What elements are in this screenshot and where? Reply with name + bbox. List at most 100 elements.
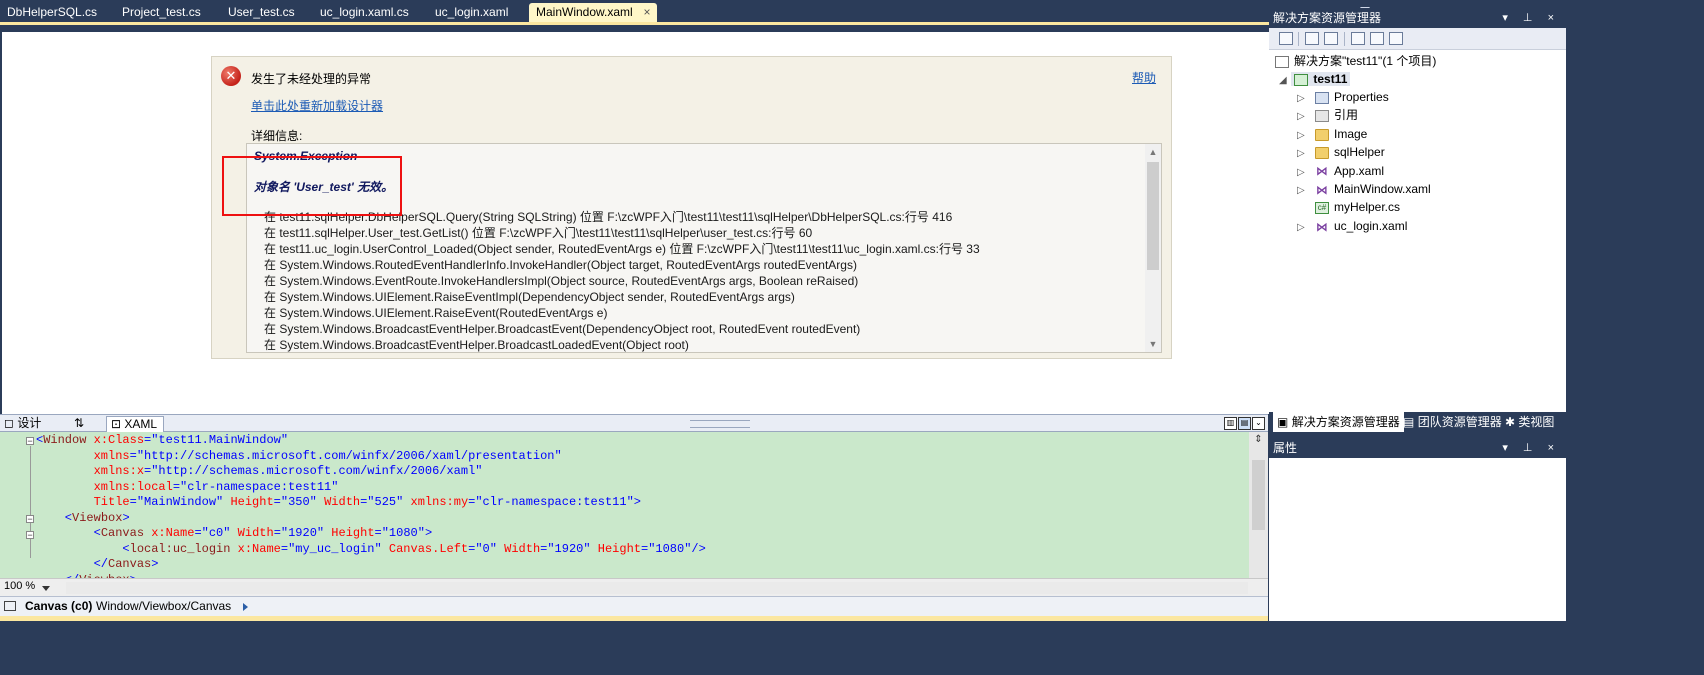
tab-user-test[interactable]: User_test.cs [221,3,302,22]
tab-label: 团队资源管理器 [1417,415,1502,429]
scroll-thumb[interactable] [1147,162,1159,270]
show-all-files-icon[interactable] [1305,32,1319,45]
scroll-up-icon[interactable]: ▲ [1148,146,1158,158]
team-explorer-icon: ▤ [1403,415,1415,429]
tab-dbhelpersql[interactable]: DbHelperSQL.cs [0,3,104,22]
solution-explorer-toolbar [1269,28,1566,50]
tree-item[interactable]: ▷ ⋈ uc_login.xaml [1297,217,1407,235]
solution-node[interactable]: 解决方案"test11"(1 个项目) [1275,52,1436,70]
tree-item-label: uc_login.xaml [1334,218,1408,233]
tree-item[interactable]: ▷ Properties [1297,88,1389,106]
zoom-dropdown-icon[interactable] [42,586,50,591]
expand-icon[interactable]: ▷ [1297,127,1306,145]
pane-buttons[interactable]: ▾ ⊥ × [1502,8,1560,28]
code-token: xmlns:x [36,464,145,478]
horizontal-scrollbar[interactable] [66,582,1248,594]
pane-buttons[interactable]: ▾ ⊥ × [1502,438,1560,458]
code-token: ="1920" [540,541,591,556]
expand-icon[interactable]: ▷ [1297,90,1306,108]
solution-label: 解决方案"test11"(1 个项目) [1294,54,1437,68]
code-line: <Canvas x:Name="c0" Width="1920" Height=… [36,526,706,542]
xaml-editor[interactable]: − − − <Window x:Class="test11.MainWindow… [0,432,1268,602]
tree-item[interactable]: ▷ 引用 [1297,106,1358,124]
code-token: < [36,526,101,540]
tab-class-view[interactable]: ✱ 类视图 [1505,412,1554,432]
code-token: > [151,557,159,571]
expand-icon[interactable]: ▷ [1297,219,1306,237]
code-token: Canvas [108,557,152,571]
refresh-icon[interactable] [1324,32,1338,45]
tab-uc-login-xaml-cs[interactable]: uc_login.xaml.cs [313,3,416,22]
tab-label: 解决方案资源管理器 [1291,415,1400,429]
expand-icon[interactable]: ▷ [1297,145,1306,163]
close-tab-icon[interactable]: × [641,3,653,22]
properties-title: 属性 [1273,441,1298,455]
collapse-pane-icon[interactable]: ⌄ [1252,417,1265,430]
tab-team-explorer[interactable]: ▤ 团队资源管理器 [1403,412,1502,432]
fold-window-icon[interactable]: − [26,437,34,446]
csharp-project-icon [1294,73,1309,86]
horizontal-split-icon[interactable]: ▤ [1238,417,1251,430]
tab-xaml[interactable]: ⊡ XAML [106,416,165,433]
code-line: xmlns="http://schemas.microsoft.com/winf… [36,449,706,465]
project-node[interactable]: ◢ test11 [1279,70,1351,90]
split-editor-icon[interactable]: ⇕ [1251,434,1266,446]
view-code-icon[interactable] [1351,32,1365,45]
properties-panel [1269,458,1566,621]
tree-item[interactable]: ▷ sqlHelper [1297,143,1385,161]
code-token: ="MainWindow" [129,495,224,509]
tab-project-test[interactable]: Project_test.cs [115,3,208,22]
zoom-level[interactable]: 100 % [4,580,35,592]
designer-view-bar: ◻ 设计 ⇅ ⊡ XAML ▥ ▤ ⌄ [0,414,1268,433]
code-token: </ [36,557,109,571]
tree-item-label: MainWindow.xaml [1334,182,1431,196]
collapse-icon[interactable]: ◢ [1279,72,1288,90]
tab-label: uc_login.xaml.cs [320,5,409,19]
tree-item[interactable]: ▷ Image [1297,125,1367,143]
scroll-down-icon[interactable]: ▼ [1148,338,1158,350]
splitter-grip[interactable] [690,420,750,428]
tab-label: MainWindow.xaml [536,5,633,19]
swap-panes-button[interactable]: ⇅ [74,416,84,432]
highlight-annotation-box [222,156,402,216]
editor-scrollbar[interactable]: ⇕ [1249,432,1268,578]
tab-mainwindow-xaml[interactable]: MainWindow.xaml × [529,3,657,22]
editor-gutter: − − − [0,432,34,578]
expand-icon[interactable]: ▷ [1297,182,1306,200]
tab-design[interactable]: ◻ 设计 [4,416,41,432]
vertical-split-icon[interactable]: ▥ [1224,417,1237,430]
details-scrollbar[interactable]: ▲ ▼ [1145,144,1161,352]
stack-frame: 在 System.Windows.BroadcastEventHelper.Br… [264,338,689,352]
reload-designer-link[interactable]: 单击此处重新加载设计器 [251,97,383,114]
editor-scroll-thumb[interactable] [1252,460,1265,530]
tree-item[interactable]: ▷ ⋈ App.xaml [1297,162,1384,180]
help-link[interactable]: 帮助 [1132,69,1156,86]
status-area [0,621,1704,675]
code-token: Width [230,526,274,540]
tab-uc-login-xaml[interactable]: uc_login.xaml [428,3,515,22]
tree-item[interactable]: ▷ ⋈ MainWindow.xaml [1297,180,1431,198]
code-token: Canvas [100,526,145,540]
code-token: > [633,495,641,509]
selected-element[interactable]: Canvas (c0) [25,599,92,613]
code-token: ="http://schemas.microsoft.com/winfx/200… [144,464,483,478]
class-diagram-icon[interactable] [1389,32,1403,45]
code-line: </Canvas> [36,557,706,573]
code-line: <local:uc_login x:Name="my_uc_login" Can… [36,541,705,558]
tree-item[interactable]: c# myHelper.cs [1297,198,1400,216]
fold-viewbox-icon[interactable]: − [26,515,34,524]
code-token: ="1080" [374,526,425,540]
stack-frame: 在 test11.uc_login.UserControl_Loaded(Obj… [264,242,980,256]
stack-trace: 在 test11.sqlHelper.DbHelperSQL.Query(Str… [264,209,980,352]
view-designer-icon[interactable] [1370,32,1384,45]
xaml-file-icon: ⋈ [1316,182,1328,197]
tab-solution-explorer[interactable]: ▣ 解决方案资源管理器 [1273,412,1404,432]
expand-icon[interactable]: ▷ [1297,108,1306,126]
expand-icon[interactable]: ▷ [1297,164,1306,182]
element-path[interactable]: Window/Viewbox/Canvas [96,599,231,613]
details-label: 详细信息: [251,129,303,143]
breadcrumb-arrow-icon[interactable] [243,603,248,611]
properties-tool-icon[interactable] [1279,32,1293,45]
code-token: ="test11.MainWindow" [144,433,289,447]
fold-canvas-icon[interactable]: − [26,531,34,540]
